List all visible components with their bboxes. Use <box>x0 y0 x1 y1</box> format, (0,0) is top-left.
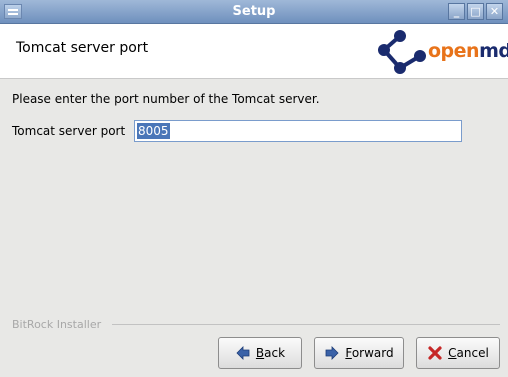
back-button[interactable]: Back <box>218 337 302 369</box>
page-header: Tomcat server port openmdx <box>0 24 508 79</box>
logo-text-open: open <box>428 40 480 62</box>
cancel-x-icon <box>428 346 442 360</box>
title-bar: Setup _ □ ✕ <box>0 0 508 24</box>
port-field-label: Tomcat server port <box>12 124 126 138</box>
page-title: Tomcat server port <box>16 40 149 56</box>
port-input[interactable]: 8005 <box>134 120 462 142</box>
forward-arrow-icon <box>325 346 339 360</box>
window-title: Setup <box>232 4 276 19</box>
close-icon[interactable]: ✕ <box>486 3 503 20</box>
back-arrow-icon <box>236 346 250 360</box>
logo-text: openmdx <box>428 40 508 62</box>
cancel-button-label: Cancel <box>448 346 489 360</box>
port-input-value: 8005 <box>137 123 170 139</box>
installer-brand: BitRock Installer <box>12 318 102 331</box>
footer-divider <box>112 324 500 325</box>
forward-button[interactable]: Forward <box>314 337 404 369</box>
maximize-icon[interactable]: □ <box>467 3 484 20</box>
instruction-text: Please enter the port number of the Tomc… <box>12 92 320 106</box>
logo-graph-icon <box>378 30 426 74</box>
forward-button-label: Forward <box>345 346 394 360</box>
minimize-icon[interactable]: _ <box>448 3 465 20</box>
openmdx-logo: openmdx <box>374 28 508 76</box>
cancel-button[interactable]: Cancel <box>416 337 500 369</box>
logo-text-mdx: mdx <box>479 40 508 62</box>
back-button-label: Back <box>255 346 286 360</box>
